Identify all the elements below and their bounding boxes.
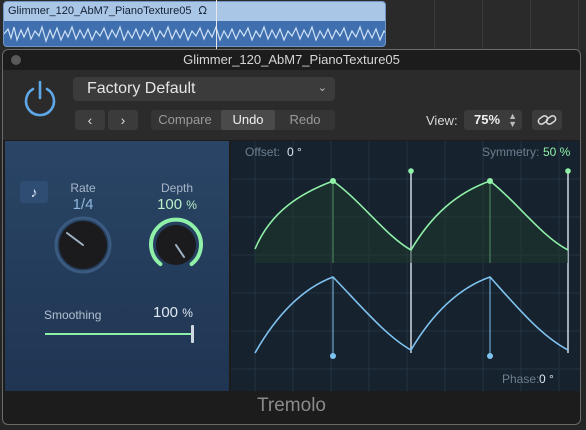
phase-value[interactable]: 0 °	[539, 372, 554, 386]
view-zoom-value: 75%	[474, 112, 501, 127]
depth-label: Depth	[160, 181, 194, 195]
sync-note-button[interactable]: ♪	[20, 181, 48, 203]
phase-label: Phase:	[502, 372, 540, 386]
compare-button[interactable]: Compare	[151, 110, 219, 130]
window-title: Glimmer_120_AbM7_PianoTexture05	[183, 52, 400, 67]
loop-icon: ᘯ	[198, 5, 207, 17]
grid-line	[578, 0, 579, 50]
control-panel: ♪ Rate 1/4 Depth 100 % Smoothing 100 %	[5, 141, 229, 391]
chevron-right-icon: ›	[120, 112, 126, 128]
graph-grid	[231, 141, 580, 391]
preset-menu[interactable]: Factory Default ⌄	[73, 77, 335, 101]
power-icon	[24, 80, 56, 117]
grid-line	[530, 0, 531, 50]
chevron-down-icon: ⌄	[317, 82, 327, 94]
preset-name: Factory Default	[87, 80, 196, 97]
rate-value: 1/4	[72, 196, 94, 213]
grid-line	[482, 0, 483, 50]
chevron-left-icon: ‹	[87, 112, 93, 128]
smoothing-label: Smoothing	[44, 308, 102, 322]
blue-peak-dot[interactable]	[330, 353, 336, 359]
compare-undo-redo-group: Compare Undo Redo	[151, 110, 335, 130]
undo-button[interactable]: Undo	[221, 110, 275, 130]
smoothing-value: 100 %	[153, 304, 193, 321]
smoothing-slider[interactable]	[45, 333, 193, 335]
link-button[interactable]	[532, 110, 562, 130]
green-cycle-dot[interactable]	[408, 168, 414, 174]
depth-knob[interactable]	[147, 216, 205, 274]
playhead[interactable]	[216, 0, 217, 50]
clip-waveform	[4, 21, 385, 46]
green-peak-dot[interactable]	[330, 178, 336, 184]
offset-label: Offset:	[245, 145, 281, 159]
previous-preset-button[interactable]: ‹	[75, 110, 105, 130]
note-icon: ♪	[30, 184, 38, 200]
plugin-name: Tremolo	[257, 395, 326, 416]
smoothing-slider-handle[interactable]	[191, 325, 194, 343]
next-preset-button[interactable]: ›	[108, 110, 138, 130]
symmetry-label: Symmetry:	[482, 145, 540, 159]
rate-knob[interactable]	[54, 216, 112, 274]
plugin-header: Factory Default ⌄ ‹ › Compare Undo Redo …	[3, 70, 580, 140]
clip-name: Glimmer_120_AbM7_PianoTexture05 ᘯ	[8, 5, 207, 17]
waveform-shape	[4, 24, 385, 43]
grid-line	[434, 0, 435, 50]
rate-label: Rate	[70, 181, 96, 195]
track-region: Glimmer_120_AbM7_PianoTexture05 ᘯ	[0, 0, 586, 50]
title-bar[interactable]: Glimmer_120_AbM7_PianoTexture05	[3, 50, 580, 70]
blue-peak-dot[interactable]	[487, 353, 493, 359]
redo-button[interactable]: Redo	[277, 110, 333, 130]
audio-clip[interactable]: Glimmer_120_AbM7_PianoTexture05 ᘯ	[3, 1, 386, 47]
stepper-arrows-icon: ▲ ▼	[508, 111, 517, 129]
symmetry-value[interactable]: 50 %	[543, 145, 570, 159]
offset-value[interactable]: 0 °	[287, 145, 302, 159]
lfo-graph[interactable]: Offset: 0 ° Symmetry: 50 % Phase: 0 °	[231, 141, 580, 391]
power-button[interactable]	[21, 80, 59, 118]
view-zoom-select[interactable]: 75% ▲ ▼	[464, 110, 522, 130]
green-cycle-dot[interactable]	[565, 168, 571, 174]
depth-value: 100 %	[157, 196, 197, 213]
lfo-display	[231, 141, 580, 391]
plugin-window: Glimmer_120_AbM7_PianoTexture05 Factory …	[2, 49, 581, 425]
green-peak-dot[interactable]	[487, 178, 493, 184]
link-icon	[537, 115, 557, 125]
view-label: View:	[426, 113, 458, 128]
